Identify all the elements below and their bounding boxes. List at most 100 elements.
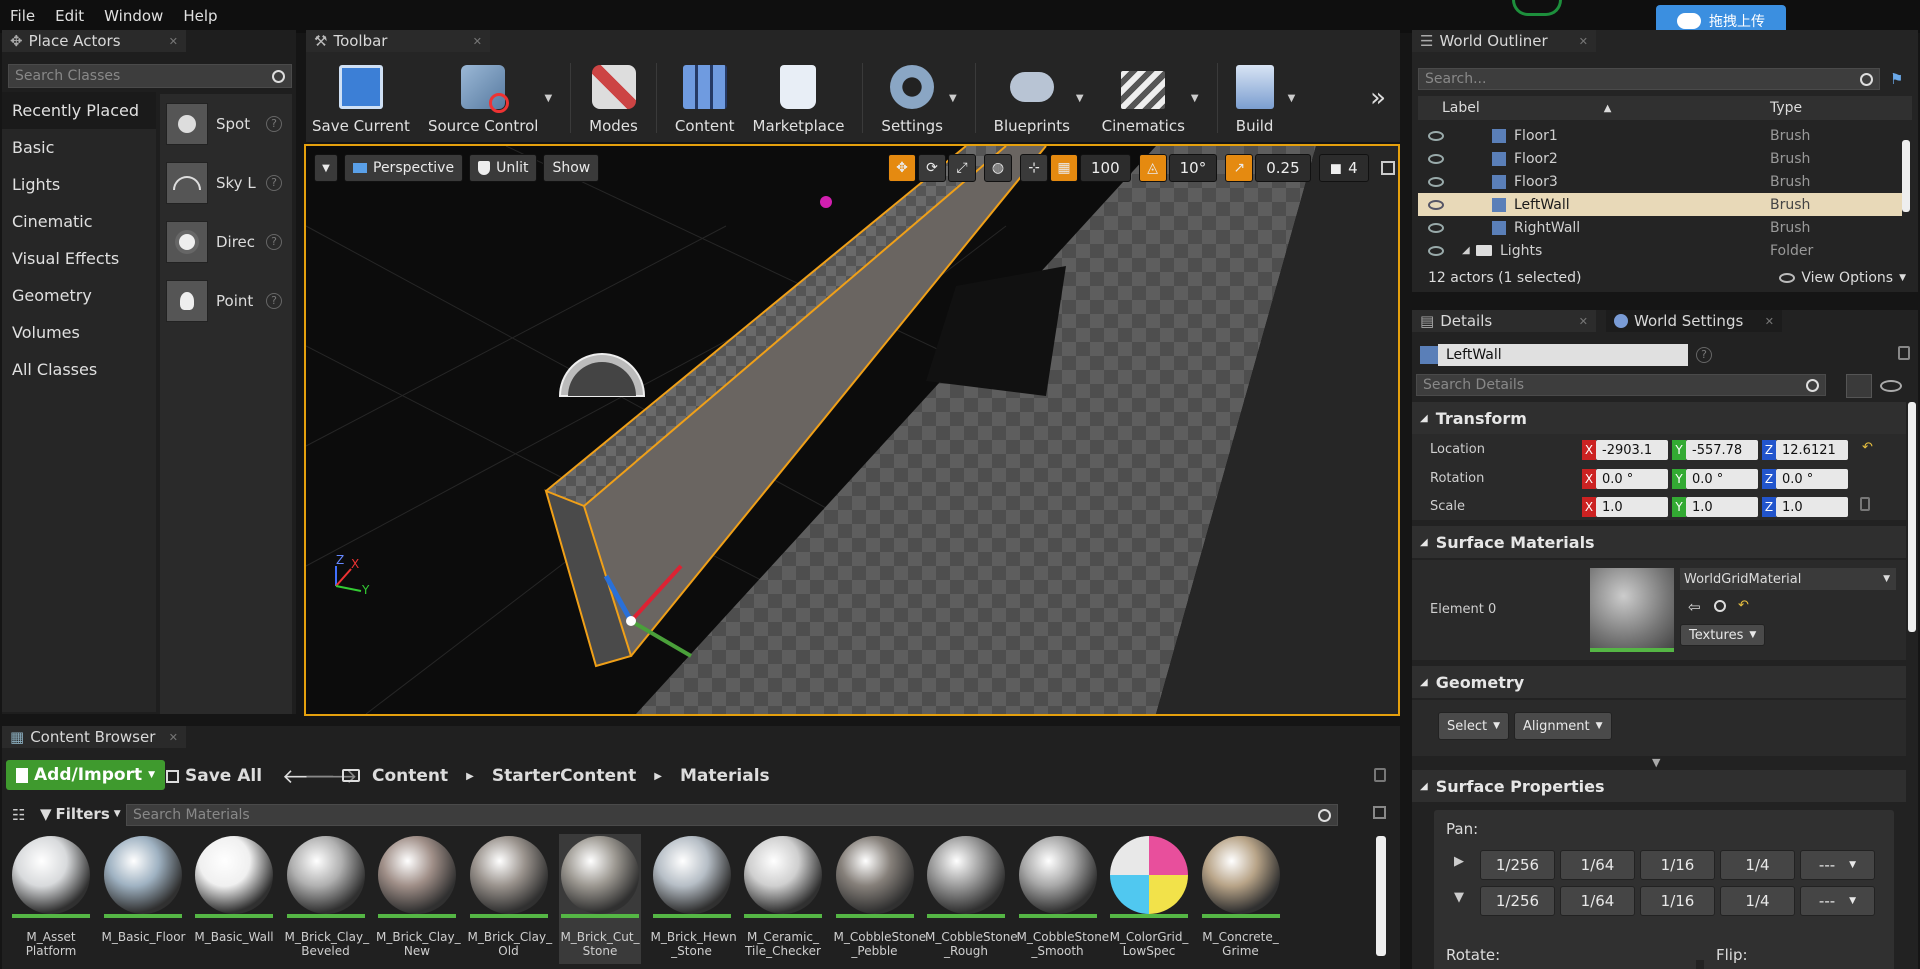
perspective-button[interactable]: Perspective xyxy=(344,154,464,182)
pan-decrease-arrow-icon[interactable]: ▼ xyxy=(1454,890,1464,905)
material-tile[interactable]: M_CobbleStone _Pebble xyxy=(834,834,926,964)
scale-snap-button[interactable]: ↗ xyxy=(1225,154,1254,182)
category-recently-placed[interactable]: Recently Placed xyxy=(2,92,156,129)
material-tile[interactable]: M_Brick_Clay_ Old xyxy=(468,834,552,964)
toolbar-overflow-icon[interactable]: » xyxy=(1370,83,1386,113)
material-tile[interactable]: M_Basic_Floor xyxy=(102,834,185,964)
help-icon[interactable]: ? xyxy=(1696,347,1712,363)
cinematics-button[interactable]: Cinematics xyxy=(1102,55,1185,141)
viewport-options-button[interactable]: ▼ xyxy=(314,154,338,182)
blueprints-dropdown-icon[interactable]: ▼ xyxy=(1076,93,1084,104)
scale-mode-button[interactable]: ⤢ xyxy=(948,154,976,182)
content-scrollbar[interactable] xyxy=(1376,836,1386,956)
material-tile[interactable]: M_Ceramic_ Tile_Checker xyxy=(742,834,824,964)
content-browser-tab[interactable]: ▦ Content Browser ✕ xyxy=(2,726,186,748)
outliner-search-input[interactable]: Search... xyxy=(1418,68,1880,90)
close-icon[interactable]: ✕ xyxy=(1765,315,1774,328)
material-tile[interactable]: M_Basic_Wall xyxy=(193,834,275,964)
menu-file[interactable]: File xyxy=(0,0,45,33)
outliner-row-lights[interactable]: ◢ Lights Folder xyxy=(1418,239,1902,262)
build-dropdown-icon[interactable]: ▼ xyxy=(1288,93,1296,104)
rotation-z-input[interactable]: 0.0 ° xyxy=(1776,469,1848,489)
material-dropdown[interactable]: WorldGridMaterial ▼ xyxy=(1680,568,1896,590)
actor-name-input[interactable]: LeftWall xyxy=(1438,344,1688,366)
expand-advanced-icon[interactable]: ▼ xyxy=(1652,756,1660,769)
close-icon[interactable]: ✕ xyxy=(1579,315,1588,328)
actor-spot-light[interactable]: Spot ? xyxy=(160,94,292,153)
add-import-button[interactable]: Add/Import ▼ xyxy=(6,760,166,790)
category-cinematic[interactable]: Cinematic xyxy=(2,203,156,240)
save-search-icon[interactable] xyxy=(1373,806,1386,819)
eye-icon[interactable] xyxy=(1428,222,1444,233)
material-thumbnail[interactable] xyxy=(1590,568,1674,652)
reset-arrow-icon[interactable]: ↶ xyxy=(1862,440,1873,460)
place-actors-tab[interactable]: ✥ Place Actors ✕ xyxy=(2,30,186,52)
lock-icon[interactable] xyxy=(1374,768,1386,782)
menu-help[interactable]: Help xyxy=(173,0,227,33)
marketplace-button[interactable]: Marketplace xyxy=(753,55,844,141)
material-tile[interactable]: M_Brick_Clay_ New xyxy=(376,834,461,964)
category-all-classes[interactable]: All Classes xyxy=(2,351,156,388)
lock-icon[interactable] xyxy=(1860,497,1870,511)
material-tile[interactable]: M_CobbleStone _Smooth xyxy=(1017,834,1109,964)
breadcrumb-content[interactable]: Content xyxy=(372,766,448,786)
help-icon[interactable]: ? xyxy=(266,115,282,132)
modes-button[interactable]: Modes xyxy=(589,55,638,141)
transform-section-header[interactable]: ◢ Transform xyxy=(1412,402,1906,434)
outliner-row-floor2[interactable]: Floor2 Brush xyxy=(1418,147,1902,170)
source-control-button[interactable]: Source Control xyxy=(428,55,538,141)
actor-point-light[interactable]: Point ? xyxy=(160,271,292,330)
eye-visibility-icon[interactable] xyxy=(1880,380,1902,392)
lock-icon[interactable] xyxy=(1898,346,1910,360)
rotation-y-input[interactable]: 0.0 ° xyxy=(1686,469,1758,489)
breadcrumb-materials[interactable]: Materials xyxy=(680,766,770,786)
rotate-mode-button[interactable]: ⟳ xyxy=(918,154,946,182)
material-tile[interactable]: M_Concrete_ Grime xyxy=(1200,834,1282,964)
pan-v-1-16[interactable]: 1/16 xyxy=(1640,886,1715,916)
rotation-label[interactable]: Rotation xyxy=(1430,471,1484,486)
filters-button[interactable]: ▼ Filters ▼ xyxy=(40,805,121,823)
grid-snap-button[interactable]: ▦ xyxy=(1050,154,1078,182)
actor-sky-light[interactable]: Sky L ? xyxy=(160,153,292,212)
category-visual-effects[interactable]: Visual Effects xyxy=(2,240,156,277)
settings-button[interactable]: Settings xyxy=(881,55,943,141)
outliner-row-floor3[interactable]: Floor3 Brush xyxy=(1418,170,1902,193)
menu-window[interactable]: Window xyxy=(94,0,173,33)
material-tile[interactable]: M_Asset Platform xyxy=(10,834,92,964)
outliner-row-floor1[interactable]: Floor1 Brush xyxy=(1418,124,1902,147)
textures-button[interactable]: Textures ▼ xyxy=(1680,624,1766,646)
scale-x-input[interactable]: 1.0 xyxy=(1596,497,1668,517)
cinematics-dropdown-icon[interactable]: ▼ xyxy=(1191,93,1199,104)
save-current-button[interactable]: Save Current xyxy=(312,55,410,141)
category-lights[interactable]: Lights xyxy=(2,166,156,203)
pan-v-1-4[interactable]: 1/4 xyxy=(1720,886,1795,916)
search-classes-input[interactable]: Search Classes xyxy=(8,64,292,88)
outliner-row-rightwall[interactable]: RightWall Brush xyxy=(1418,216,1902,239)
reset-arrow-icon[interactable]: ↶ xyxy=(1738,598,1749,613)
details-scrollbar[interactable] xyxy=(1908,402,1916,632)
category-basic[interactable]: Basic xyxy=(2,129,156,166)
material-tile[interactable]: M_Brick_Hewn _Stone xyxy=(651,834,737,964)
surface-properties-section-header[interactable]: ◢ Surface Properties xyxy=(1412,770,1906,802)
material-tile[interactable]: M_Brick_Clay_ Beveled xyxy=(285,834,369,964)
scale-y-input[interactable]: 1.0 xyxy=(1686,497,1758,517)
label-column-header[interactable]: Label xyxy=(1442,100,1480,116)
outliner-scrollbar[interactable] xyxy=(1902,140,1910,212)
location-x-input[interactable]: -2903.1 xyxy=(1596,440,1668,460)
eye-icon[interactable] xyxy=(1428,130,1444,141)
location-label[interactable]: Location xyxy=(1430,442,1485,457)
help-icon[interactable]: ? xyxy=(266,292,282,309)
pan-u-1-256[interactable]: 1/256 xyxy=(1480,850,1555,880)
world-settings-tab[interactable]: World Settings ✕ xyxy=(1606,310,1782,332)
scale-snap-dropdown[interactable]: 0.25 xyxy=(1255,154,1311,182)
location-z-input[interactable]: 12.6121 xyxy=(1776,440,1848,460)
surface-snap-button[interactable]: ⊹ xyxy=(1020,154,1048,182)
source-control-dropdown-icon[interactable]: ▼ xyxy=(544,93,552,104)
eye-icon[interactable] xyxy=(1428,153,1444,164)
actor-directional-light[interactable]: Direc ? xyxy=(160,212,292,271)
content-button[interactable]: Content xyxy=(675,55,735,141)
search-materials-input[interactable]: Search Materials xyxy=(126,804,1338,826)
blueprints-button[interactable]: Blueprints xyxy=(994,55,1070,141)
expand-arrow-icon[interactable]: ◢ xyxy=(1462,245,1470,256)
pan-increase-arrow-icon[interactable]: ▶ xyxy=(1454,854,1464,869)
